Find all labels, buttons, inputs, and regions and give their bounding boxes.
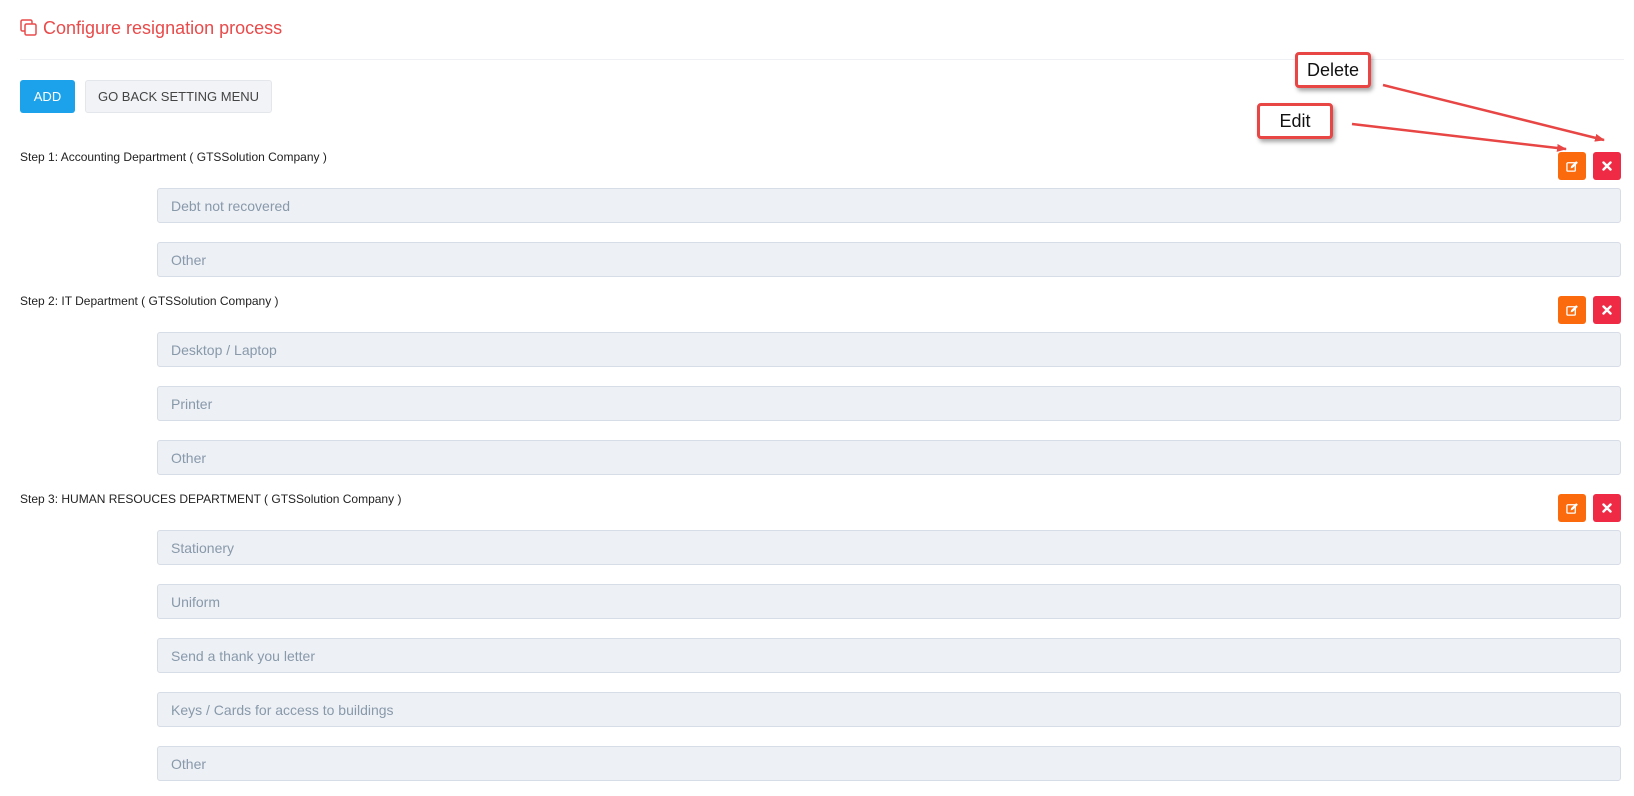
step-item-field[interactable]: Uniform: [157, 584, 1621, 619]
edit-button[interactable]: [1558, 296, 1586, 324]
add-button[interactable]: ADD: [20, 80, 75, 113]
page-header: Configure resignation process: [20, 16, 282, 40]
delete-button[interactable]: [1593, 152, 1621, 180]
delete-callout: Delete: [1295, 52, 1371, 88]
step-title: Step 2: IT Department ( GTSSolution Comp…: [20, 294, 279, 308]
step-item-field[interactable]: Other: [157, 746, 1621, 781]
step-item-field[interactable]: Debt not recovered: [157, 188, 1621, 223]
step-item-field[interactable]: Printer: [157, 386, 1621, 421]
step-item-field[interactable]: Other: [157, 440, 1621, 475]
close-icon: [1602, 305, 1612, 315]
step-title: Step 1: Accounting Department ( GTSSolut…: [20, 150, 327, 164]
go-back-setting-menu-button[interactable]: GO BACK SETTING MENU: [85, 80, 272, 113]
edit-arrow: [1351, 122, 1567, 152]
edit-button[interactable]: [1558, 152, 1586, 180]
step-item-field[interactable]: Send a thank you letter: [157, 638, 1621, 673]
step-item-field[interactable]: Keys / Cards for access to buildings: [157, 692, 1621, 727]
step-item-field[interactable]: Desktop / Laptop: [157, 332, 1621, 367]
close-icon: [1602, 503, 1612, 513]
step-item-field[interactable]: Other: [157, 242, 1621, 277]
header-divider: [20, 59, 1624, 60]
step-title: Step 3: HUMAN RESOUCES DEPARTMENT ( GTSS…: [20, 492, 402, 506]
delete-button[interactable]: [1593, 494, 1621, 522]
edit-icon: [1565, 502, 1578, 514]
page-title: Configure resignation process: [43, 17, 283, 38]
edit-callout: Edit: [1257, 103, 1333, 139]
edit-icon: [1565, 304, 1578, 316]
delete-arrow: [1382, 83, 1605, 142]
edit-icon: [1565, 160, 1578, 172]
edit-button[interactable]: [1558, 494, 1586, 522]
delete-button[interactable]: [1593, 296, 1621, 324]
close-icon: [1602, 161, 1612, 171]
copy-icon: [20, 19, 37, 36]
step-item-field[interactable]: Stationery: [157, 530, 1621, 565]
